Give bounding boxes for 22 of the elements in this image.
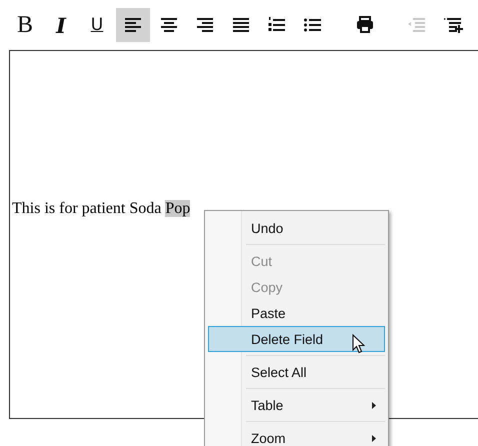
pointer-cursor-icon [352,334,365,354]
justify-icon [231,15,251,35]
menu-item[interactable]: Select All [208,359,385,385]
italic-button[interactable]: I [44,8,78,42]
outdent-icon [407,15,427,35]
merge-field[interactable]: Pop [165,200,190,217]
menu-item[interactable]: Zoom [208,425,385,446]
menu-item[interactable]: Delete Field [208,326,385,352]
align-center-icon [159,15,179,35]
body-text: This is for patient Soda [12,200,162,217]
underline-button[interactable]: U [80,8,114,42]
submenu-arrow-icon [372,434,376,442]
align-left-icon [123,15,143,35]
print-icon [355,15,375,35]
submenu-arrow-icon [372,402,376,408]
align-left-button[interactable] [116,8,150,42]
menu-item[interactable]: Undo [208,215,385,241]
bold-button[interactable]: B [8,8,42,42]
align-right-icon [195,15,215,35]
menu-item[interactable]: Table [208,392,385,418]
indent-icon [443,15,463,35]
menu-item[interactable]: Paste [208,300,385,326]
